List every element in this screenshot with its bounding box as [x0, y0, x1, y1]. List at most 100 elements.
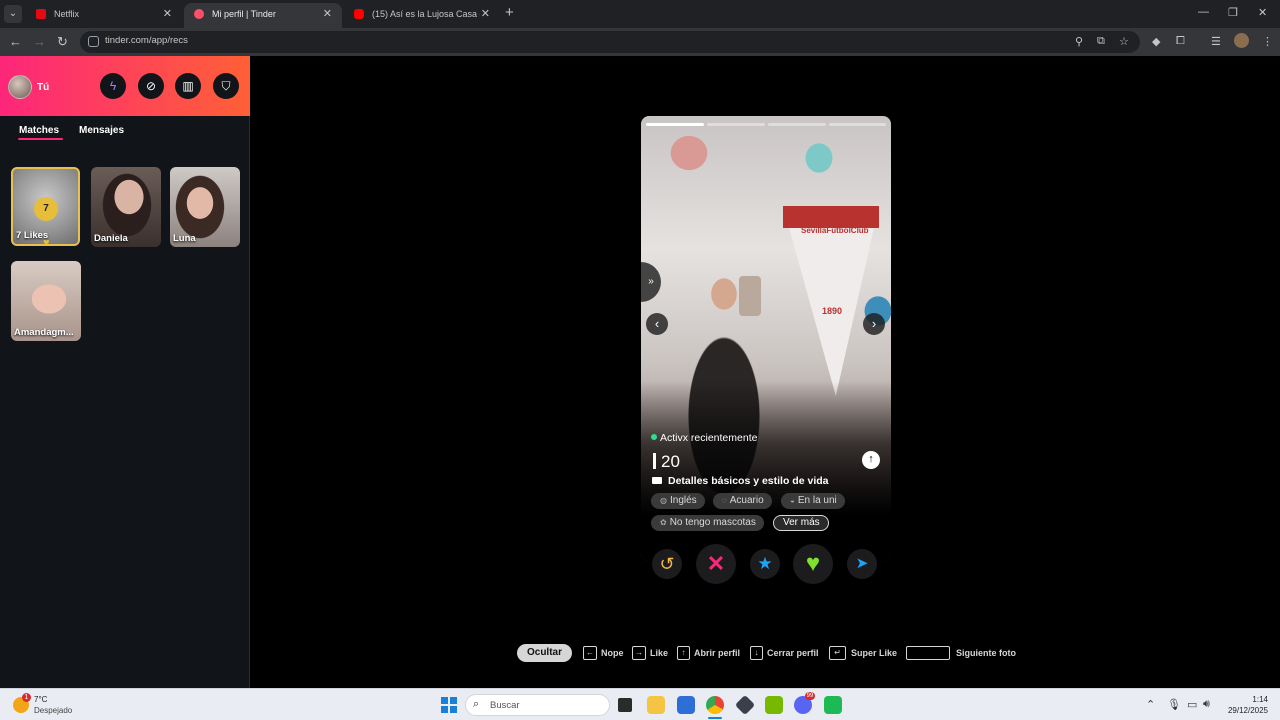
expand-side-pill[interactable]: » [641, 262, 661, 302]
active-tab-indicator [18, 138, 63, 140]
nope-button[interactable]: ✕ [696, 544, 736, 584]
taskbar-search[interactable]: ⌕ Buscar [465, 694, 610, 716]
windows-start-icon[interactable] [441, 697, 457, 713]
active-app-indicator [708, 717, 722, 719]
shortcut-nope-label: Nope [601, 648, 624, 658]
photo-pennant-text: SevillaFútbolClub [801, 226, 869, 235]
next-photo-button[interactable]: › [863, 313, 885, 335]
likes-card[interactable]: 7 7 Likes ♥ [11, 167, 80, 249]
location-icon[interactable]: ⚲ [1075, 35, 1083, 48]
browser-toolbar: ← → ↻ tinder.com/app/recs ⚲ ⧉ ☆ ◆ ⧠ ☰ ⋮ [0, 28, 1280, 56]
clock-time: 1:14 [1252, 695, 1268, 704]
key-left-icon: ← [583, 646, 597, 660]
like-button[interactable]: ♥ [793, 544, 833, 584]
tinder-favicon-icon [194, 9, 204, 19]
match-card[interactable]: Daniela [91, 167, 161, 247]
microphone-icon[interactable]: 🎙︎ [1167, 698, 1181, 711]
bookmark-star-icon[interactable]: ☆ [1119, 35, 1129, 48]
open-profile-up-icon[interactable]: ↑ [862, 451, 880, 469]
tab-mensajes[interactable]: Mensajes [79, 125, 124, 136]
profile-name-age: 20 [653, 452, 680, 472]
extensions-puzzle-icon[interactable]: ⧠ [1176, 35, 1185, 48]
window-close-button[interactable]: ✕ [1258, 6, 1267, 19]
tab-netflix[interactable]: Netflix ✕ [26, 3, 182, 28]
chip-language: ◍ Inglés [651, 493, 705, 509]
tab-matches[interactable]: Matches [19, 125, 59, 136]
chip-zodiac: ◌ Acuario [713, 493, 772, 509]
url-text: tinder.com/app/recs [105, 35, 188, 46]
forward-arrow-icon[interactable]: → [33, 34, 46, 49]
tab-search-button[interactable]: ⌄ [4, 5, 22, 23]
minimize-button[interactable]: — [1198, 6, 1209, 18]
shortcut-open-profile-label: Abrir perfil [694, 648, 741, 658]
super-like-button[interactable]: ★ [750, 549, 780, 579]
reload-icon[interactable]: ↻ [57, 34, 68, 50]
tab-close-icon[interactable]: ✕ [323, 3, 332, 25]
tray-overflow-icon[interactable]: ⌃ [1146, 698, 1155, 711]
key-right-icon: → [632, 646, 646, 660]
extension-diamond-icon[interactable]: ◆ [1152, 35, 1160, 48]
media-queue-icon[interactable]: ☰ [1211, 35, 1221, 48]
site-info-icon[interactable] [88, 36, 99, 47]
clock-date: 29/12/2025 [1227, 706, 1268, 715]
education-icon: ◒ [790, 496, 795, 505]
chip-label: No tengo mascotas [669, 517, 756, 528]
chrome-menu-icon[interactable]: ⋮ [1262, 35, 1273, 48]
app-green-icon[interactable] [824, 696, 842, 714]
briefcase-icon[interactable]: ▥ [175, 73, 201, 99]
match-name: Amandagm... [14, 327, 74, 338]
gold-heart-icon: ♥ [43, 237, 50, 249]
boost-icon[interactable]: ϟ [100, 73, 126, 99]
previous-photo-button[interactable]: ‹ [646, 313, 668, 335]
tab-close-icon[interactable]: ✕ [481, 3, 490, 25]
netflix-favicon-icon [36, 9, 46, 19]
zodiac-icon: ◌ [722, 496, 727, 505]
tab-youtube[interactable]: (15) Así es la Lujosa Casa de JB... ✕ [344, 3, 500, 28]
chrome-icon[interactable] [706, 696, 724, 714]
photo-phone [739, 276, 761, 316]
file-explorer-icon[interactable] [647, 696, 665, 714]
shortcut-super-like-label: Super Like [851, 648, 898, 658]
hide-shortcuts-button[interactable]: Ocultar [517, 644, 572, 662]
profile-card[interactable]: SevillaFútbolClub 1890 » ‹ › Activx reci… [641, 116, 891, 561]
back-arrow-icon[interactable]: ← [9, 34, 22, 49]
volume-icon[interactable]: 🔊︎ [1203, 698, 1210, 711]
task-view-icon[interactable] [618, 698, 632, 712]
key-space-icon [906, 646, 950, 660]
match-card[interactable]: Luna [170, 167, 240, 247]
see-more-button[interactable]: Ver más [773, 515, 829, 531]
user-avatar[interactable] [8, 75, 32, 99]
shield-icon[interactable]: ⛉ [213, 73, 239, 99]
tab-tinder[interactable]: Mi perfil | Tinder ✕ [184, 3, 342, 28]
match-name: Daniela [94, 233, 128, 244]
chip-label: Acuario [729, 495, 764, 506]
tab-close-icon[interactable]: ✕ [163, 3, 172, 25]
language-icon: ◍ [660, 496, 667, 505]
network-icon[interactable]: ▭ [1187, 698, 1197, 711]
profile-avatar-icon[interactable] [1234, 33, 1249, 48]
user-name[interactable]: Tú [37, 82, 49, 93]
app-cube-icon[interactable] [734, 694, 756, 716]
nvidia-icon[interactable] [765, 696, 783, 714]
windows-taskbar: 1 7°C Despejado ⌕ Buscar 99 ⌃ 🎙︎ ▭ 🔊︎ 1:… [0, 688, 1280, 720]
youtube-favicon-icon [354, 9, 364, 19]
microsoft-store-icon[interactable] [677, 696, 695, 714]
photo-pennant-year: 1890 [822, 306, 843, 316]
weather-badge: 1 [22, 693, 31, 702]
explore-icon[interactable]: ⊘ [138, 73, 164, 99]
address-bar[interactable]: tinder.com/app/recs [80, 31, 1140, 53]
boost-button[interactable]: ➤ [847, 549, 877, 579]
clock[interactable]: 1:14 29/12/2025 [1226, 694, 1268, 716]
chip-label: Inglés [669, 495, 697, 506]
weather-desc[interactable]: Despejado [34, 706, 72, 715]
new-tab-button[interactable]: + [505, 4, 514, 21]
photo-pennant-band [783, 206, 879, 228]
weather-temp[interactable]: 7°C [34, 695, 47, 704]
install-app-icon[interactable]: ⧉ [1097, 35, 1105, 48]
rewind-button[interactable]: ↺ [652, 549, 682, 579]
restore-button[interactable]: ❐ [1228, 6, 1238, 19]
match-card[interactable]: Amandagm... [11, 261, 81, 341]
search-icon: ⌕ [473, 698, 480, 710]
photo-progress-segment [646, 123, 704, 126]
discord-badge: 99 [805, 692, 815, 700]
